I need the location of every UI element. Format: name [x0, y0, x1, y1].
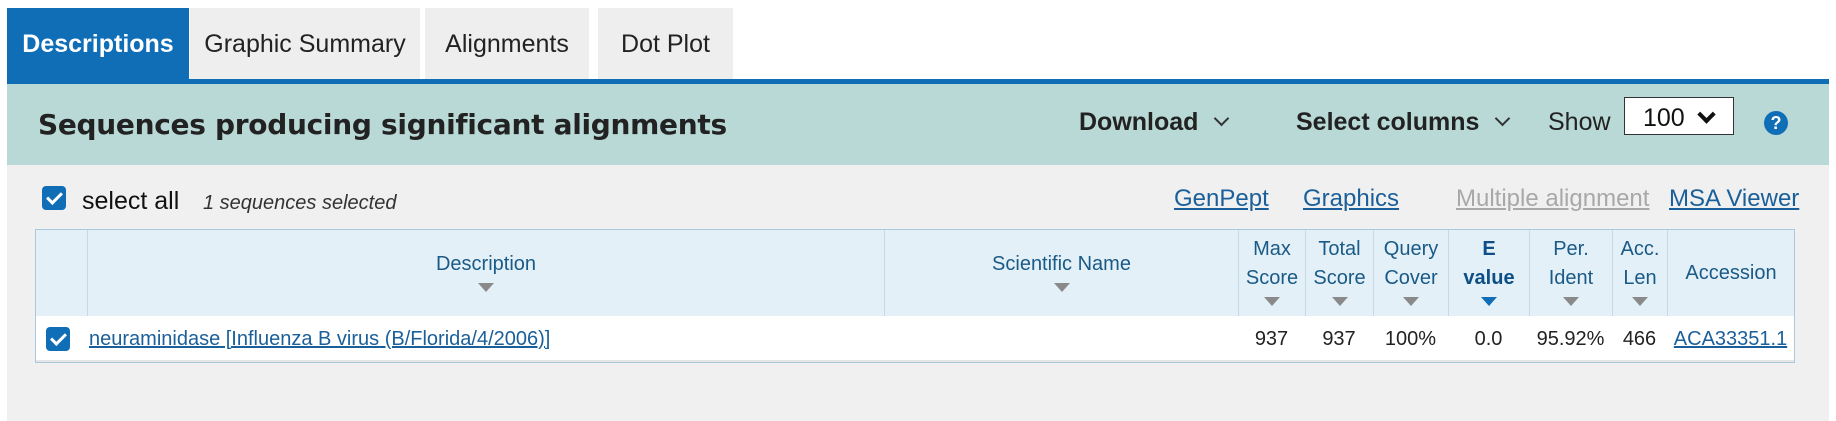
multiple-alignment-link: Multiple alignment — [1456, 185, 1650, 212]
query-cover-cell: 100% — [1384, 328, 1437, 350]
sort-arrow-icon[interactable] — [1403, 297, 1419, 306]
sort-arrow-icon[interactable] — [1331, 297, 1348, 306]
col-per-ident-label-1: Per. — [1553, 238, 1589, 260]
col-acc-len-label-2: Len — [1623, 267, 1657, 289]
acc-len-cell: 466 — [1622, 328, 1657, 350]
tab-alignments[interactable]: Alignments — [425, 8, 589, 80]
page-title: Sequences producing significant alignmen… — [38, 108, 727, 141]
col-total-score-label-2: Score — [1313, 267, 1366, 289]
col-query-cover-label-1: Query — [1383, 238, 1439, 260]
select-columns-label: Select columns — [1296, 108, 1480, 136]
description-link[interactable]: neuraminidase [Influenza B virus (B/Flor… — [89, 316, 550, 362]
table-row: neuraminidase [Influenza B virus (B/Flor… — [36, 316, 1794, 362]
col-e-value-label-2: value — [1463, 267, 1515, 289]
col-acc-len-label-1: Acc. — [1620, 238, 1660, 260]
col-query-cover-label-2: Cover — [1384, 267, 1438, 289]
col-max-score[interactable]: Max Score — [1238, 230, 1305, 316]
sort-arrow-icon[interactable] — [1053, 283, 1070, 292]
col-e-value-label-1: E — [1482, 238, 1496, 260]
descriptions-panel: select all 1 sequences selected GenPept … — [7, 165, 1829, 421]
tab-dot-plot[interactable]: Dot Plot — [598, 8, 733, 80]
accession-link[interactable]: ACA33351.1 — [1667, 316, 1794, 362]
select-all-checkbox[interactable] — [42, 186, 66, 210]
tab-graphic-summary[interactable]: Graphic Summary — [190, 8, 420, 80]
results-table: Description Scientific Name Max Score To… — [35, 229, 1795, 363]
col-accession-label: Accession — [1685, 262, 1777, 284]
sort-arrow-icon[interactable] — [1264, 297, 1280, 306]
sort-arrow-icon[interactable] — [1563, 297, 1579, 306]
select-all-label[interactable]: select all — [82, 187, 179, 216]
col-scientific-name[interactable]: Scientific Name — [884, 230, 1238, 316]
header-select-cell — [36, 230, 87, 316]
show-label: Show — [1548, 108, 1611, 136]
sort-arrow-icon[interactable] — [478, 283, 494, 292]
genpept-link[interactable]: GenPept — [1174, 185, 1269, 213]
total-score-cell: 937 — [1322, 328, 1356, 350]
results-header: Sequences producing significant alignmen… — [7, 84, 1829, 165]
show-count-value: 100 — [1643, 104, 1685, 132]
download-label: Download — [1079, 108, 1199, 136]
tab-descriptions[interactable]: Descriptions — [7, 8, 189, 80]
show-count-select[interactable]: 100 — [1624, 97, 1734, 135]
col-acc-len[interactable]: Acc. Len — [1612, 230, 1667, 316]
col-scientific-name-label: Scientific Name — [992, 253, 1131, 275]
graphics-link[interactable]: Graphics — [1303, 185, 1399, 213]
col-description[interactable]: Description — [87, 230, 884, 316]
per-ident-cell: 95.92% — [1536, 328, 1605, 350]
col-query-cover[interactable]: Query Cover — [1373, 230, 1448, 316]
msa-viewer-link[interactable]: MSA Viewer — [1669, 185, 1799, 213]
download-menu[interactable]: Download — [1079, 84, 1230, 160]
chevron-down-icon — [1495, 110, 1511, 127]
max-score-cell: 937 — [1254, 328, 1289, 350]
col-max-score-label-2: Score — [1245, 267, 1299, 289]
results-tabs: Descriptions Graphic Summary Alignments … — [7, 8, 1829, 84]
help-icon[interactable]: ? — [1764, 111, 1788, 135]
chevron-down-icon — [1697, 105, 1716, 124]
col-total-score-label-1: Total — [1318, 238, 1361, 260]
col-accession[interactable]: Accession — [1667, 230, 1794, 316]
col-max-score-label-1: Max — [1253, 238, 1291, 260]
sort-arrow-icon[interactable] — [1632, 297, 1648, 306]
col-per-ident-label-2: Ident — [1548, 267, 1594, 289]
select-columns-menu[interactable]: Select columns — [1296, 84, 1511, 160]
results-frame: Descriptions Graphic Summary Alignments … — [7, 8, 1829, 421]
row-checkbox[interactable] — [46, 327, 70, 351]
selected-count: 1 sequences selected — [203, 192, 397, 214]
col-description-label: Description — [435, 253, 537, 275]
col-total-score[interactable]: Total Score — [1305, 230, 1373, 316]
chevron-down-icon — [1214, 110, 1230, 127]
table-header: Description Scientific Name Max Score To… — [36, 230, 1794, 316]
col-per-ident[interactable]: Per. Ident — [1529, 230, 1612, 316]
col-e-value[interactable]: E value — [1448, 230, 1529, 316]
sort-arrow-icon[interactable] — [1481, 297, 1497, 306]
e-value-cell: 0.0 — [1474, 328, 1503, 350]
